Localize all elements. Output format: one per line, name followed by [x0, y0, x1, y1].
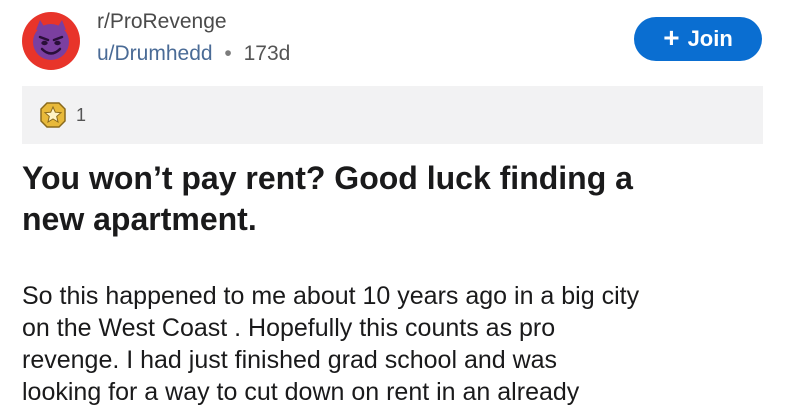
- subreddit-avatar[interactable]: [22, 12, 80, 70]
- plus-icon: +: [663, 22, 680, 53]
- post-body-line: on the West Coast . Hopefully this count…: [22, 314, 556, 342]
- post-body-line: looking for a way to cut down on rent in…: [22, 378, 580, 406]
- post-age: 173d: [243, 42, 291, 65]
- author-username[interactable]: u/Drumhedd: [97, 42, 213, 65]
- post-meta: r/ProRevenge u/Drumhedd • 173d: [97, 8, 290, 68]
- post-title[interactable]: You won’t pay rent? Good luck finding a …: [22, 158, 742, 240]
- author-line: u/Drumhedd • 173d: [97, 40, 290, 68]
- devil-face-icon: [33, 20, 69, 60]
- subreddit-name[interactable]: r/ProRevenge: [97, 8, 290, 36]
- post-body: So this happened to me about 10 years ag…: [22, 280, 782, 408]
- post-body-line: So this happened to me about 10 years ag…: [22, 282, 640, 310]
- post-title-line: new apartment.: [22, 201, 257, 237]
- star-award-icon[interactable]: [38, 100, 68, 130]
- join-button-label: Join: [687, 26, 733, 51]
- award-count: 1: [76, 104, 87, 125]
- post-title-line: You won’t pay rent? Good luck finding a: [22, 160, 633, 196]
- awards-bar: 1: [22, 86, 763, 144]
- post-header: r/ProRevenge u/Drumhedd • 173d + Join: [0, 0, 800, 80]
- post-body-line: revenge. I had just finished grad school…: [22, 346, 558, 374]
- join-button[interactable]: + Join: [634, 17, 762, 61]
- meta-separator: •: [224, 42, 232, 65]
